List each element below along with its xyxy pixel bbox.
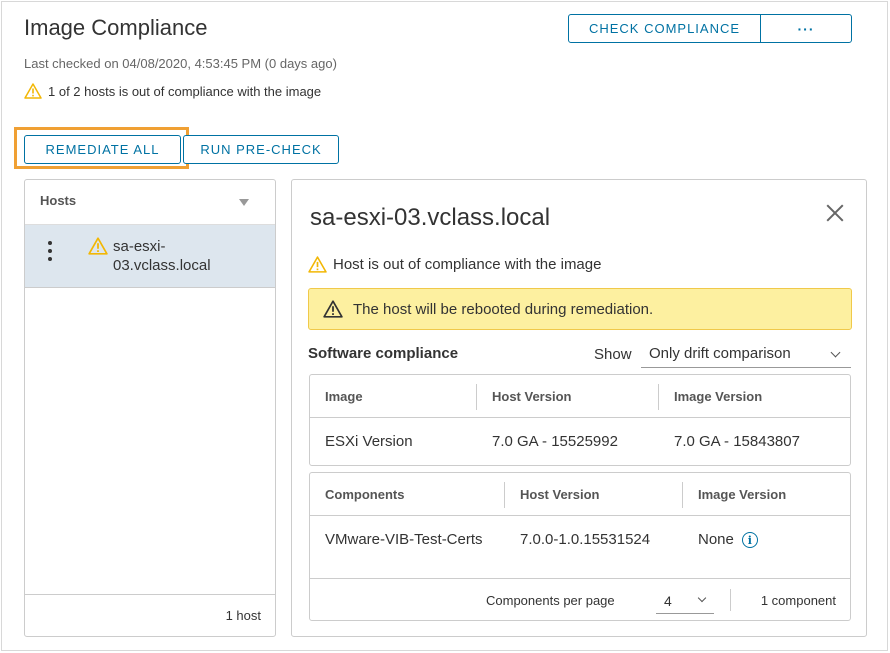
- remediate-all-button[interactable]: REMEDIATE ALL: [24, 135, 181, 164]
- per-page-select[interactable]: 4: [656, 587, 714, 614]
- components-pagination: Components per page 4 1 component: [310, 578, 850, 620]
- per-page-label: Components per page: [486, 593, 615, 608]
- host-status: Host is out of compliance with the image: [308, 256, 601, 273]
- warning-icon: [88, 237, 108, 255]
- components-count: 1 component: [760, 593, 836, 608]
- close-icon[interactable]: [824, 202, 846, 224]
- warning-icon: [308, 256, 327, 273]
- table-cell-image: ESXi Version: [325, 433, 413, 450]
- hosts-count: 1 host: [225, 608, 261, 623]
- show-filter-select[interactable]: Only drift comparison: [641, 342, 851, 368]
- column-header-host-version[interactable]: Host Version: [477, 375, 657, 418]
- host-list-item[interactable]: sa-esxi-03.vclass.local: [25, 225, 275, 288]
- info-icon[interactable]: i: [741, 532, 758, 549]
- compliance-warning: 1 of 2 hosts is out of compliance with t…: [24, 83, 321, 99]
- kebab-menu-icon[interactable]: [47, 241, 53, 261]
- check-compliance-button[interactable]: CHECK COMPLIANCE: [569, 15, 761, 42]
- host-name: sa-esxi-03.vclass.local: [113, 238, 211, 274]
- image-version-value: None: [698, 531, 734, 548]
- reboot-alert-text: The host will be rebooted during remedia…: [353, 300, 654, 318]
- compliance-warning-text: 1 of 2 hosts is out of compliance with t…: [48, 83, 322, 99]
- software-compliance-heading: Software compliance: [308, 345, 459, 362]
- chevron-down-icon: [697, 593, 707, 603]
- show-filter-value: Only drift comparison: [649, 345, 791, 362]
- host-detail-panel: sa-esxi-03.vclass.local Host is out of c…: [291, 179, 867, 637]
- components-table: Components Host Version Image Version VM…: [309, 472, 851, 621]
- compliance-button-group: CHECK COMPLIANCE ···: [568, 14, 852, 43]
- filter-icon[interactable]: [239, 199, 249, 206]
- image-table: Image Host Version Image Version ESXi Ve…: [309, 374, 851, 466]
- image-table-header: Image Host Version Image Version: [310, 375, 850, 418]
- column-header-components[interactable]: Components: [310, 473, 504, 516]
- host-status-text: Host is out of compliance with the image: [333, 256, 602, 273]
- components-table-header: Components Host Version Image Version: [310, 473, 850, 516]
- run-precheck-button[interactable]: RUN PRE-CHECK: [183, 135, 339, 164]
- table-cell-image-version: 7.0 GA - 15843807: [674, 433, 800, 450]
- column-header-image[interactable]: Image: [310, 375, 476, 418]
- per-page-value: 4: [664, 593, 672, 609]
- hosts-panel: Hosts sa-esxi-03.vclass.local 1 host: [24, 179, 276, 637]
- last-checked-text: Last checked on 04/08/2020, 4:53:45 PM (…: [24, 56, 337, 71]
- column-header-image-version[interactable]: Image Version: [659, 375, 849, 418]
- reboot-alert: The host will be rebooted during remedia…: [308, 288, 852, 330]
- more-actions-button[interactable]: ···: [761, 15, 851, 42]
- warning-icon: [323, 300, 343, 318]
- hosts-header-label: Hosts: [40, 193, 77, 208]
- column-header-host-version[interactable]: Host Version: [505, 473, 681, 516]
- show-label: Show: [594, 346, 632, 363]
- column-header-image-version[interactable]: Image Version: [683, 473, 849, 516]
- table-cell-host-version: 7.0.0-1.0.15531524: [520, 531, 651, 548]
- hosts-header: Hosts: [25, 180, 275, 225]
- warning-icon: [24, 83, 42, 99]
- table-cell-host-version: 7.0 GA - 15525992: [492, 433, 618, 450]
- table-cell-component: VMware-VIB-Test-Certs: [325, 531, 483, 548]
- chevron-down-icon: [830, 347, 841, 358]
- page-title: Image Compliance: [24, 15, 208, 40]
- host-detail-title: sa-esxi-03.vclass.local: [310, 204, 551, 231]
- hosts-footer: 1 host: [25, 594, 275, 636]
- table-cell-image-version: None i: [683, 531, 758, 549]
